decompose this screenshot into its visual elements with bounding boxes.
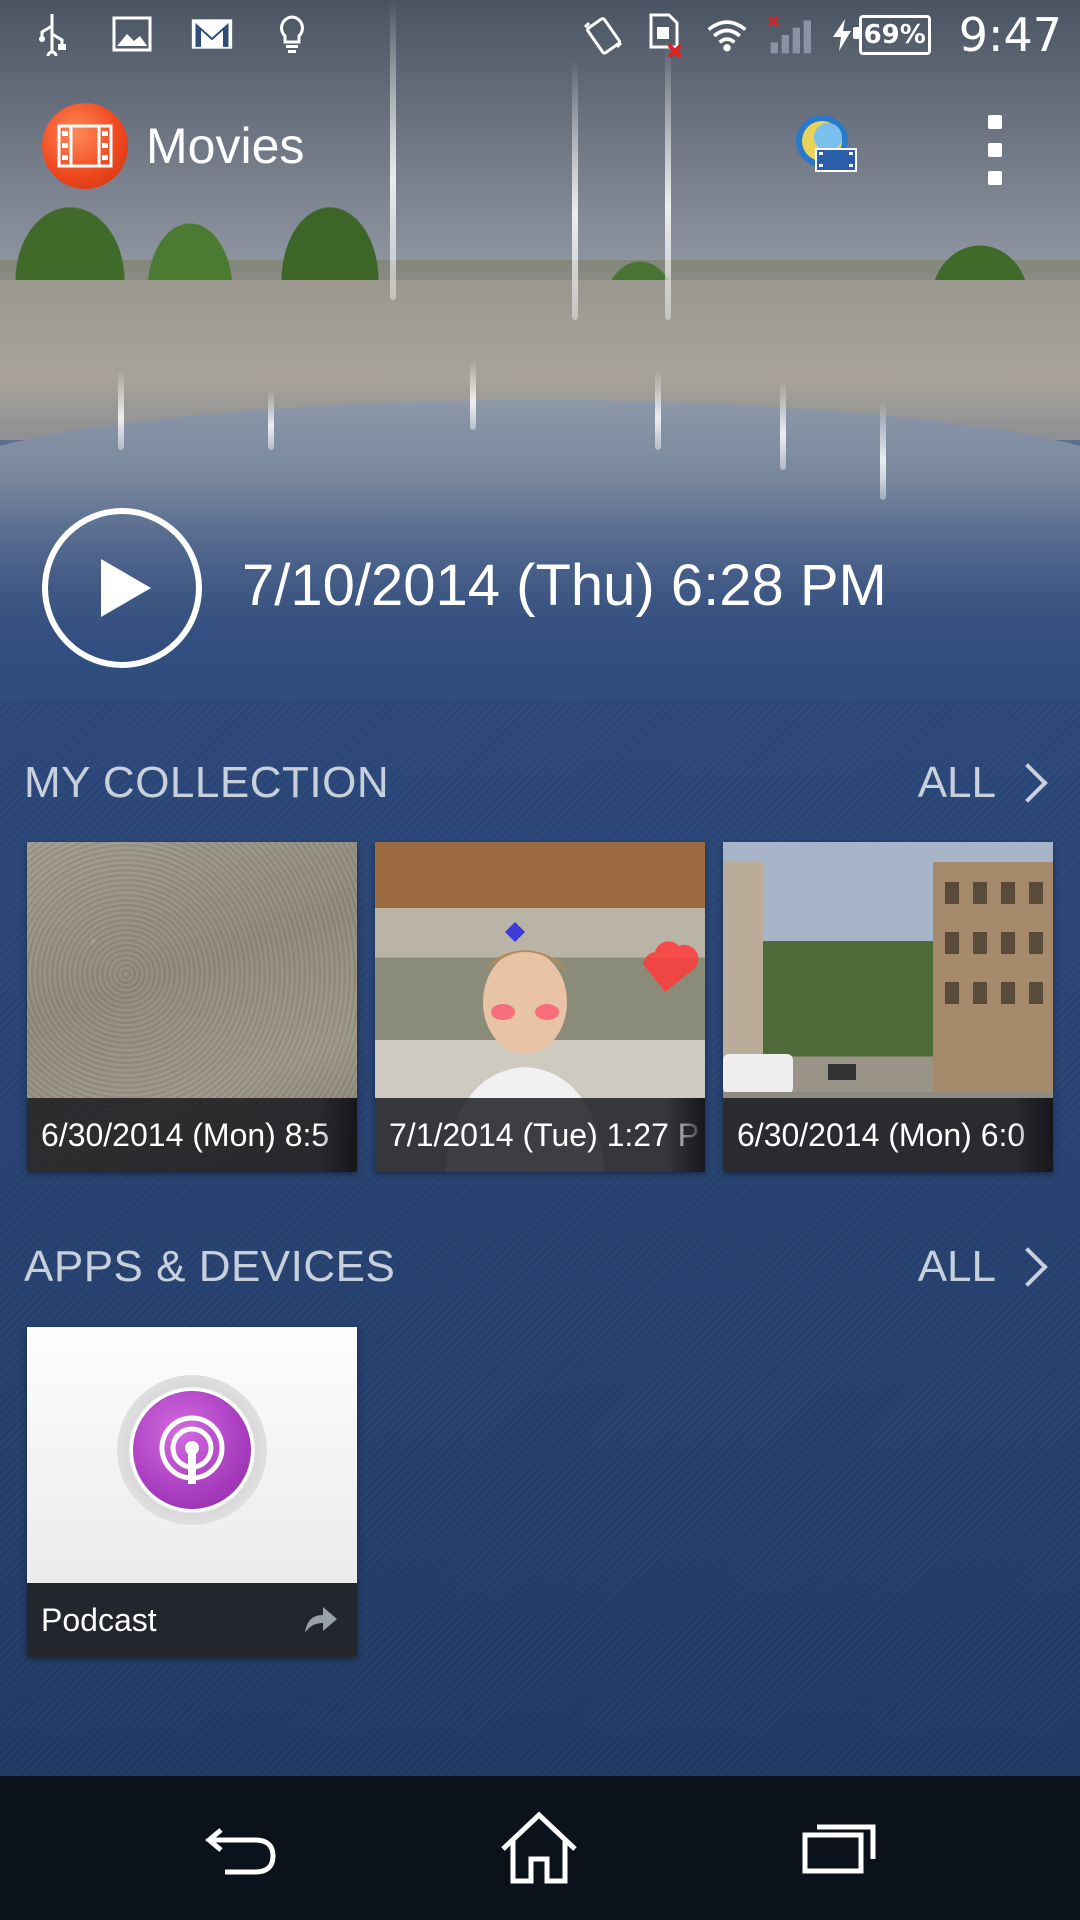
video-caption: 7/1/2014 (Tue) 1:27 P (375, 1098, 705, 1172)
fountain-jet (268, 390, 274, 450)
no-sim-icon (643, 13, 687, 57)
collection-item[interactable]: 6/30/2014 (Mon) 8:5 (27, 842, 357, 1172)
back-icon[interactable] (196, 1808, 286, 1888)
video-caption: 6/30/2014 (Mon) 8:5 (27, 1098, 357, 1172)
fountain-jet (655, 370, 661, 450)
app-name: Podcast (41, 1602, 157, 1638)
app-title: Movies (146, 118, 305, 174)
all-label: ALL (917, 1242, 996, 1291)
section-title: MY COLLECTION (24, 758, 390, 807)
collection-item[interactable]: 7/1/2014 (Tue) 1:27 P (375, 842, 705, 1172)
usb-icon (30, 12, 74, 56)
podcast-icon (117, 1375, 267, 1525)
share-icon[interactable] (303, 1603, 339, 1637)
image-icon (110, 12, 154, 56)
vibrate-icon (581, 13, 625, 57)
fountain-jet (470, 360, 476, 430)
wifi-icon (705, 13, 749, 57)
video-caption: 6/30/2014 (Mon) 6:0 (723, 1098, 1053, 1172)
my-collection-all-button[interactable]: ALL (918, 758, 1054, 808)
apps-devices-list: Podcast (27, 1327, 357, 1657)
signal-icon (767, 13, 811, 57)
my-collection-header: MY COLLECTION ALL (24, 758, 1054, 818)
battery-percent: 69% (863, 20, 926, 50)
collection-item[interactable]: 6/30/2014 (Mon) 6:0 (723, 842, 1053, 1172)
clock: 9:47 (958, 8, 1062, 62)
navigation-bar (0, 1776, 1080, 1920)
featured-play-row: 7/10/2014 (Thu) 6:28 PM (42, 508, 1042, 678)
fountain-jet (118, 370, 124, 450)
movie-info-icon[interactable] (790, 109, 864, 183)
gmail-icon (190, 12, 234, 56)
podcast-app-tile[interactable]: Podcast (27, 1327, 357, 1657)
fountain-jet (780, 380, 786, 470)
chevron-right-icon (1008, 1247, 1048, 1287)
overflow-menu-icon[interactable] (980, 115, 1010, 185)
featured-date: 7/10/2014 (Thu) 6:28 PM (242, 553, 887, 618)
chevron-right-icon (1008, 763, 1048, 803)
action-bar: Movies (0, 95, 1080, 205)
charging-icon (829, 13, 855, 57)
apps-devices-all-button[interactable]: ALL (918, 1242, 1054, 1292)
battery-indicator: 69% (852, 15, 931, 55)
home-icon[interactable] (494, 1808, 584, 1888)
play-icon[interactable] (42, 508, 202, 668)
apps-devices-header: APPS & DEVICES ALL (24, 1242, 1054, 1302)
recents-icon[interactable] (794, 1808, 884, 1888)
status-bar: 69% 9:47 (0, 0, 1080, 75)
all-label: ALL (917, 758, 996, 807)
section-title: APPS & DEVICES (24, 1242, 396, 1291)
film-icon[interactable] (42, 103, 128, 189)
lightbulb-icon (270, 12, 314, 56)
app-caption: Podcast (27, 1583, 357, 1657)
my-collection-list: 6/30/2014 (Mon) 8:5 7/1/2014 (Tue) 1:27 … (27, 842, 1053, 1172)
